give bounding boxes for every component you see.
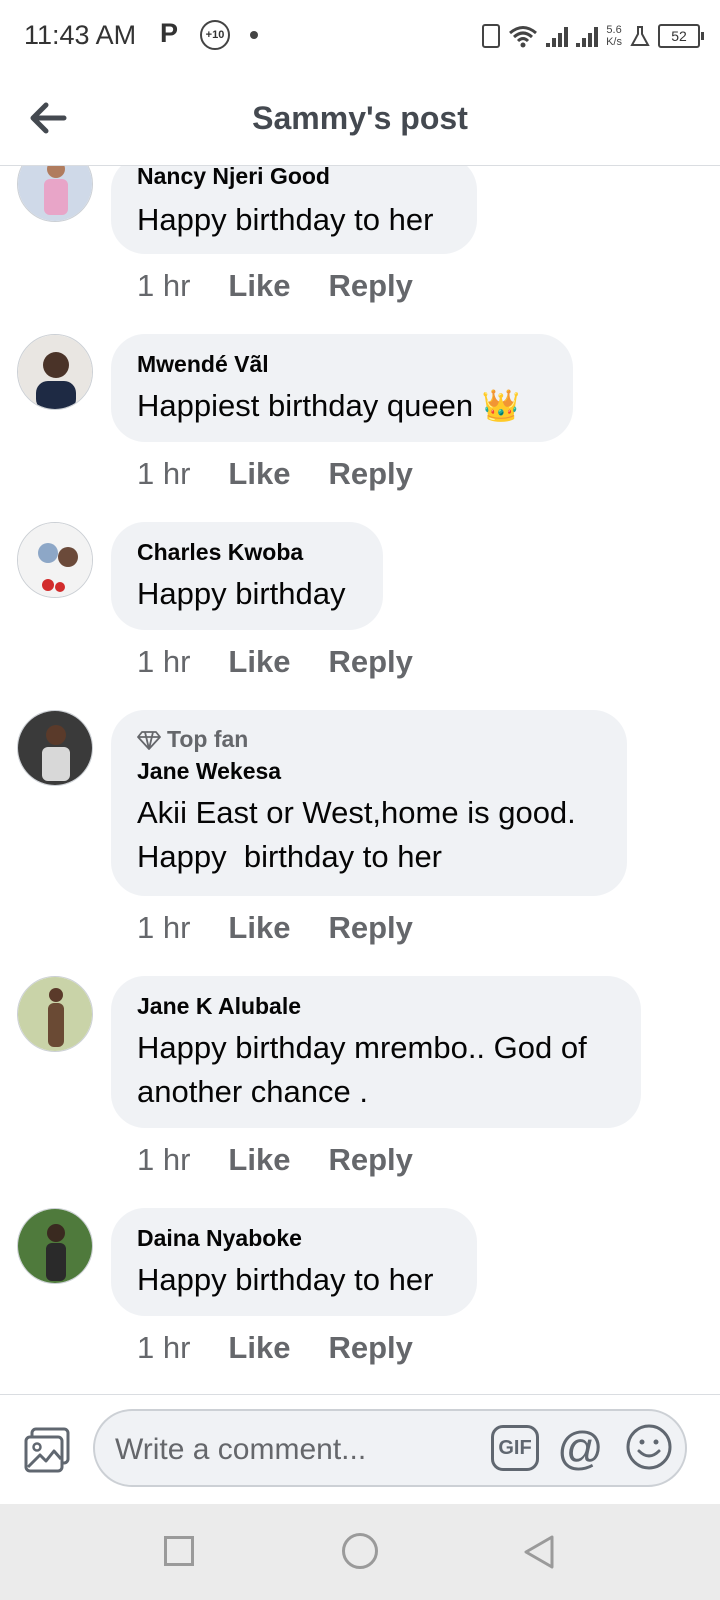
commenter-name[interactable]: Charles Kwoba (137, 538, 357, 566)
comment-bubble[interactable]: Charles Kwoba Happy birthday (111, 522, 383, 630)
photo-icon[interactable] (22, 1425, 72, 1475)
top-fan-label: Top fan (167, 726, 249, 752)
avatar[interactable] (17, 166, 93, 222)
comment-text: Happy birthday to her (137, 1262, 434, 1297)
comment-time: 1 hr (137, 268, 191, 303)
reply-button[interactable]: Reply (328, 456, 412, 492)
comment-text: Happy birthday to her (137, 202, 434, 237)
wifi-icon (509, 26, 538, 48)
reply-button[interactable]: Reply (328, 1142, 412, 1178)
like-button[interactable]: Like (228, 910, 290, 946)
signal-1-icon (546, 25, 569, 47)
comment-input[interactable]: Write a comment... GIF @ (93, 1409, 687, 1487)
comments-list[interactable]: Nancy Njeri Good Happy birthday to her 1… (0, 166, 720, 1394)
like-button[interactable]: Like (228, 268, 290, 304)
flask-icon (630, 26, 650, 46)
avatar[interactable] (17, 522, 93, 598)
top-fan-badge: Top fan (137, 726, 601, 753)
vibrate-icon (482, 24, 501, 48)
comment-bubble[interactable]: Daina Nyaboke Happy birthday to her (111, 1208, 477, 1316)
like-button[interactable]: Like (228, 1330, 290, 1366)
like-button[interactable]: Like (228, 1142, 290, 1178)
avatar[interactable] (17, 1208, 93, 1284)
reply-button[interactable]: Reply (328, 910, 412, 946)
reply-button[interactable]: Reply (328, 1330, 412, 1366)
comment-time: 1 hr (137, 1330, 191, 1365)
notification-count-icon: +10 (200, 20, 230, 50)
battery-icon: 52 (658, 24, 704, 48)
back-triangle-icon[interactable] (522, 1534, 556, 1570)
comment-actions: 1 hr Like Reply (137, 1142, 413, 1178)
like-button[interactable]: Like (228, 644, 290, 680)
comment-time: 1 hr (137, 1142, 191, 1177)
comment-actions: 1 hr Like Reply (137, 644, 413, 680)
speed-value: 5.6 (606, 24, 622, 36)
comment-time: 1 hr (137, 456, 191, 491)
commenter-name[interactable]: Mwendé Vãl (137, 350, 547, 378)
status-icons: 5.6 K/s 52 (482, 18, 704, 54)
avatar[interactable] (17, 976, 93, 1052)
reply-button[interactable]: Reply (328, 268, 412, 304)
reply-button[interactable]: Reply (328, 644, 412, 680)
comment-text-line-2: another chance . (137, 1074, 368, 1109)
comment-text: Happiest birthday queen 👑 (137, 388, 521, 423)
comment-text: Happy birthday (137, 576, 346, 611)
gif-icon[interactable]: GIF (491, 1425, 539, 1471)
comment-input-placeholder: Write a comment... (115, 1433, 367, 1466)
comment-actions: 1 hr Like Reply (137, 268, 413, 304)
comment-bubble[interactable]: Jane K Alubale Happy birthday mrembo.. G… (111, 976, 641, 1128)
comment-time: 1 hr (137, 644, 191, 679)
comment-actions: 1 hr Like Reply (137, 910, 413, 946)
diamond-icon (137, 730, 161, 750)
mention-icon[interactable]: @ (557, 1421, 604, 1475)
network-speed: 5.6 K/s (606, 24, 622, 48)
comment-bubble[interactable]: Nancy Njeri Good Happy birthday to her (111, 166, 477, 254)
comment-composer: Write a comment... GIF @ (0, 1394, 720, 1505)
avatar[interactable] (17, 334, 93, 410)
signal-2-icon (576, 25, 599, 47)
comment-text-line-1: Akii East or West,home is good. (137, 795, 576, 830)
comment-actions: 1 hr Like Reply (137, 456, 413, 492)
comment-bubble[interactable]: Top fan Jane Wekesa Akii East or West,ho… (111, 710, 627, 896)
comment-text-line-2: Happy birthday to her (137, 839, 443, 874)
status-time: 11:43 AM (24, 20, 137, 50)
commenter-name[interactable]: Jane Wekesa (137, 757, 601, 785)
comment-text: Akii East or West,home is good. Happy bi… (137, 791, 601, 879)
avatar[interactable] (17, 710, 93, 786)
comment-actions: 1 hr Like Reply (137, 1330, 413, 1366)
comment-text: Happy birthday mrembo.. God of another c… (137, 1026, 615, 1114)
page-title: Sammy's post (252, 100, 468, 136)
speed-unit: K/s (606, 36, 622, 48)
comment-bubble[interactable]: Mwendé Vãl Happiest birthday queen 👑 (111, 334, 573, 442)
comment-text-line-1: Happy birthday mrembo.. God of (137, 1030, 587, 1065)
top-app-bar: Sammy's post (0, 72, 720, 166)
emoji-icon[interactable] (625, 1423, 673, 1471)
comment-time: 1 hr (137, 910, 191, 945)
parking-app-icon: P (160, 18, 179, 48)
system-navigation-bar (0, 1504, 720, 1600)
recents-button[interactable] (164, 1536, 194, 1566)
commenter-name[interactable]: Jane K Alubale (137, 992, 615, 1020)
commenter-name[interactable]: Daina Nyaboke (137, 1224, 451, 1252)
like-button[interactable]: Like (228, 456, 290, 492)
status-bar: 11:43 AM P +10 5.6 K/s 52 (0, 0, 720, 72)
home-button[interactable] (342, 1533, 378, 1569)
commenter-name[interactable]: Nancy Njeri Good (137, 166, 451, 190)
notification-dot-icon (250, 31, 258, 39)
